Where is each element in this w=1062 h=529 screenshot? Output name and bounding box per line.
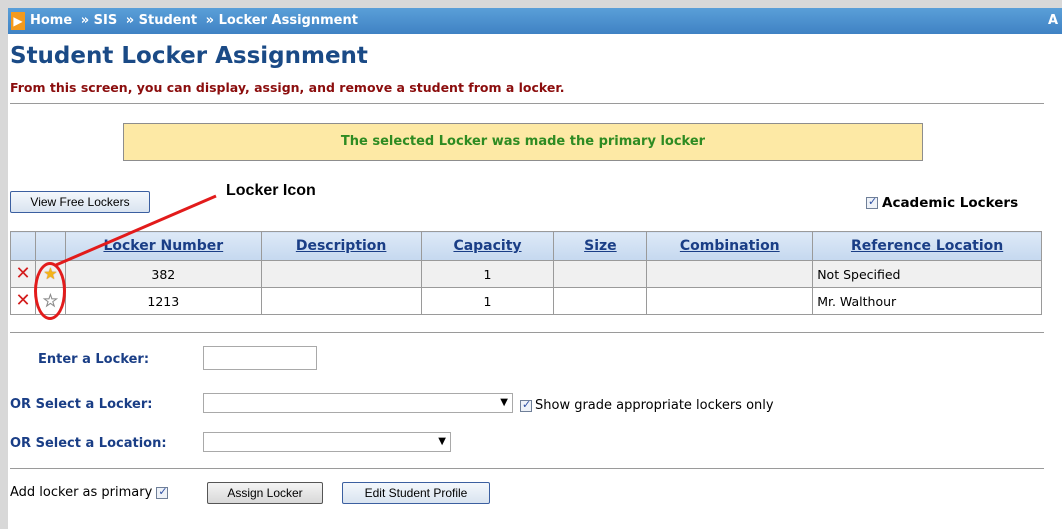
grade-appropriate-checkbox[interactable] bbox=[520, 398, 532, 412]
divider bbox=[10, 332, 1044, 333]
select-locker-dropdown[interactable]: ▼ bbox=[203, 393, 513, 413]
grade-appropriate-toggle[interactable]: Show grade appropriate lockers only bbox=[520, 398, 774, 413]
chevron-down-icon: ▼ bbox=[438, 436, 446, 447]
select-location-label: OR Select a Location: bbox=[10, 436, 167, 451]
select-locker-label: OR Select a Locker: bbox=[10, 397, 153, 412]
divider bbox=[10, 468, 1044, 469]
grade-appropriate-label: Show grade appropriate lockers only bbox=[535, 398, 774, 413]
assign-locker-button[interactable]: Assign Locker bbox=[207, 482, 323, 504]
edit-student-profile-button[interactable]: Edit Student Profile bbox=[342, 482, 490, 504]
chevron-down-icon: ▼ bbox=[500, 397, 508, 408]
add-primary-checkbox[interactable] bbox=[156, 485, 169, 499]
select-location-dropdown[interactable]: ▼ bbox=[203, 432, 451, 452]
add-primary-label: Add locker as primary bbox=[10, 485, 153, 500]
add-primary-toggle[interactable]: Add locker as primary bbox=[10, 485, 169, 500]
enter-locker-label: Enter a Locker: bbox=[38, 352, 150, 367]
enter-locker-input[interactable] bbox=[203, 346, 317, 370]
